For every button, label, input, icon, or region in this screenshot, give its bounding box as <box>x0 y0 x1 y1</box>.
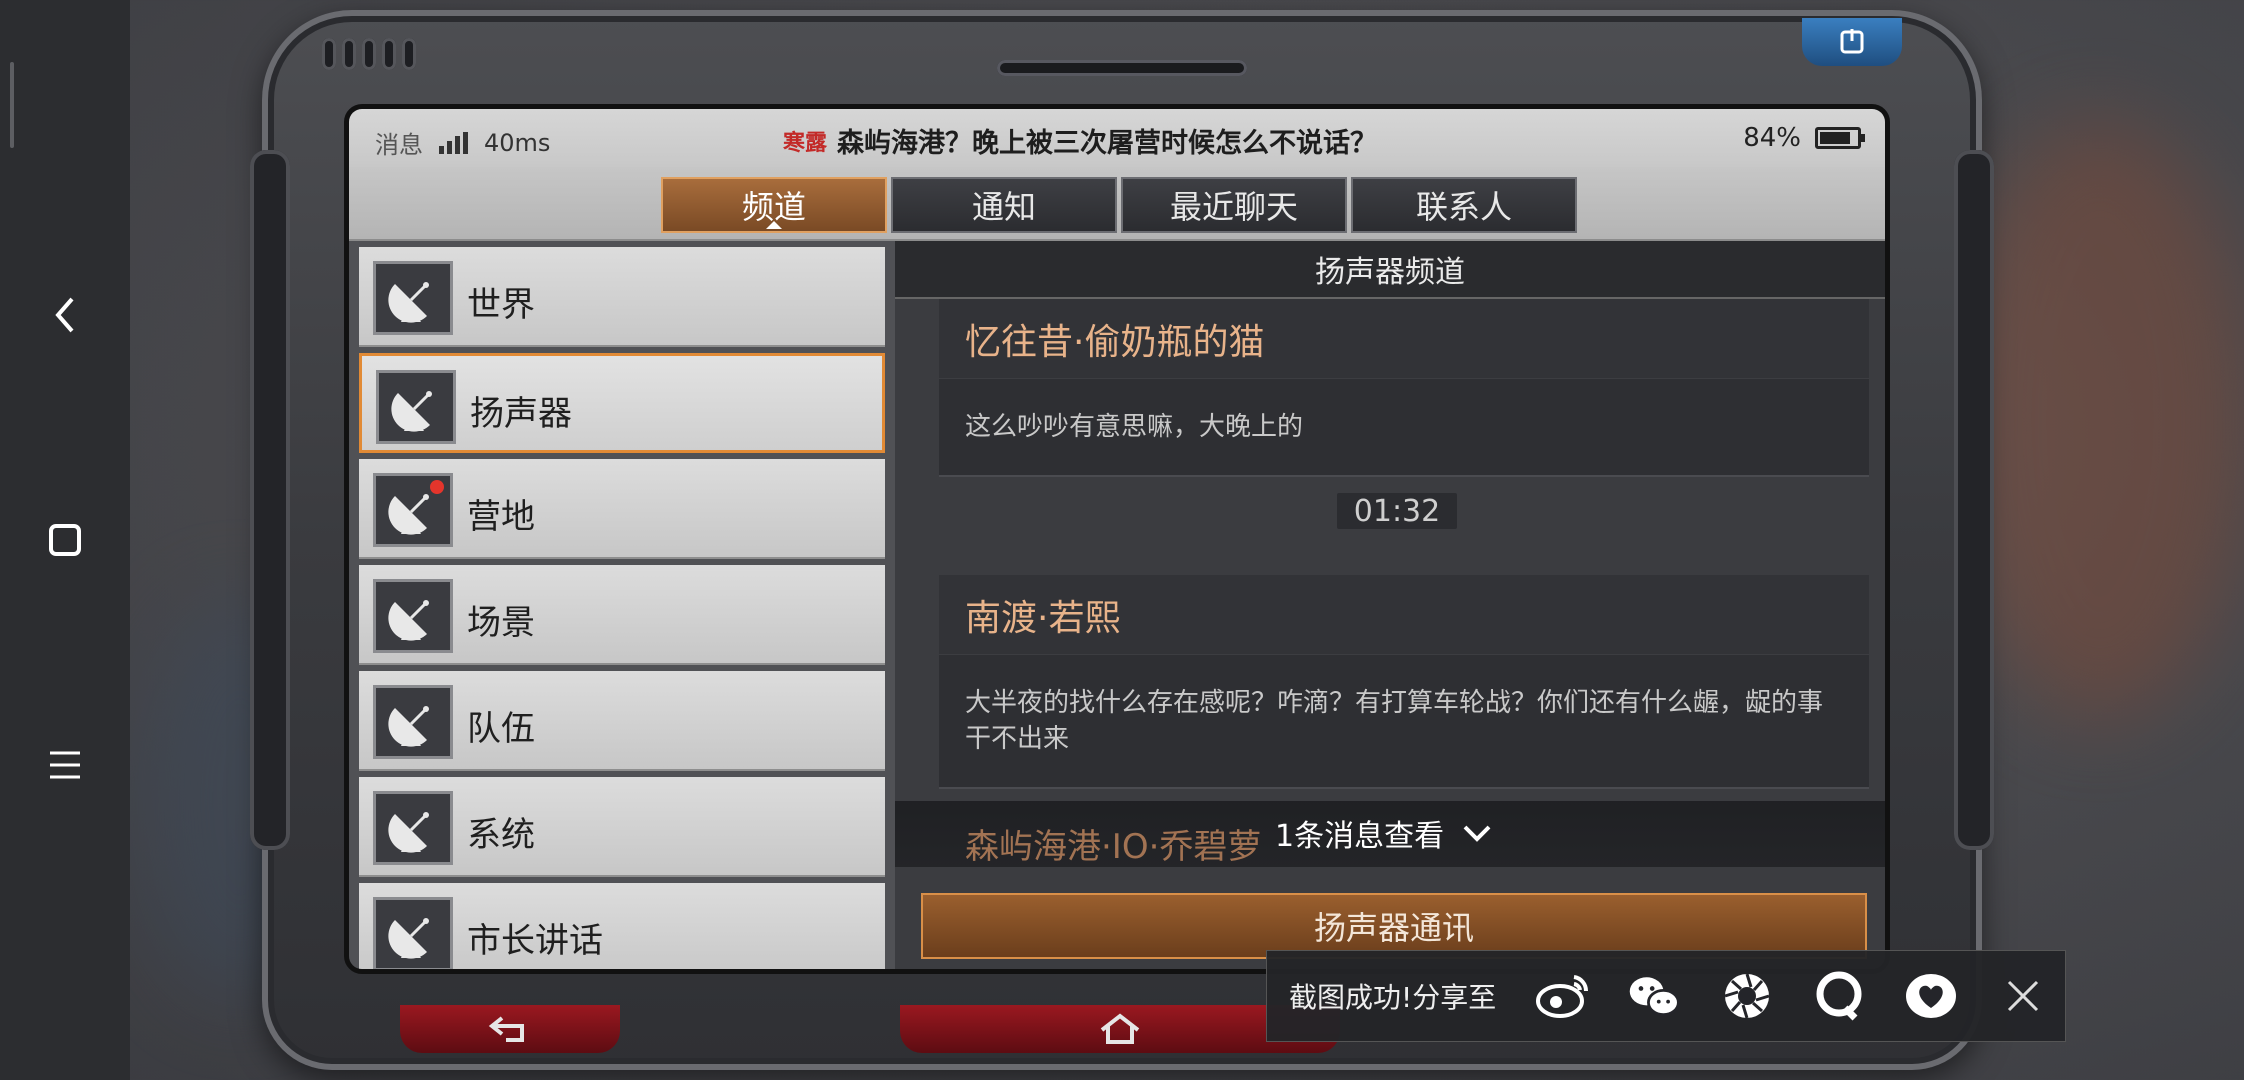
headline-banner[interactable]: 寒露 森屿海港？晚上被三次屠营时候怎么不说话？ <box>779 121 1377 160</box>
new-message-notice[interactable]: 1条消息查看 <box>1275 811 1444 855</box>
battery-percent: 84% <box>1743 123 1801 153</box>
channel-label: 扬声器 <box>470 394 572 434</box>
home-square-icon <box>49 524 81 556</box>
tab-notifications[interactable]: 通知 <box>891 177 1117 233</box>
right-rail <box>1954 150 1994 850</box>
return-button[interactable] <box>400 1005 620 1053</box>
chat-message[interactable]: 忆往昔·偷奶瓶的猫 这么吵吵有意思嘛，大晚上的 <box>939 299 1869 477</box>
channel-scene[interactable]: 场景 <box>359 565 885 665</box>
channel-system[interactable]: 系统 <box>359 777 885 877</box>
menu-icon <box>50 751 80 779</box>
return-icon <box>488 1016 524 1042</box>
channel-mayor-speech[interactable]: 市长讲话 <box>359 883 885 969</box>
sender-name[interactable]: 南渡·若熙 <box>939 575 1869 655</box>
message-text: 这么吵吵有意思嘛，大晚上的 <box>965 412 1304 442</box>
channel-speaker[interactable]: 扬声器 <box>359 353 885 453</box>
chat-panel: 扬声器频道 忆往昔·偷奶瓶的猫 这么吵吵有意思嘛，大晚上的 01:32 南渡·若… <box>895 241 1885 969</box>
messages-label[interactable]: 消息 <box>375 125 423 160</box>
chat-header: 扬声器频道 <box>895 241 1885 299</box>
house-icon <box>1100 1013 1140 1044</box>
speaker-grille <box>997 60 1247 76</box>
tab-channels[interactable]: 频道 <box>661 177 887 233</box>
sender-name[interactable]: 忆往昔·偷奶瓶的猫 <box>939 299 1869 379</box>
satellite-dish-icon <box>373 897 453 969</box>
satellite-dish-icon <box>373 685 453 759</box>
close-icon[interactable] <box>1994 967 2052 1025</box>
back-icon <box>55 297 74 333</box>
background-blur <box>1950 120 2244 720</box>
grip-ridges <box>322 38 416 70</box>
status-bar: 消息 40ms 寒露 森屿海港？晚上被三次屠营时候怎么不说话？ 84% <box>349 109 1885 167</box>
channel-camp[interactable]: 营地 <box>359 459 885 559</box>
satellite-dish-icon <box>373 579 453 653</box>
satellite-dish-icon <box>376 370 456 444</box>
timestamp: 01:32 <box>1337 493 1457 529</box>
channel-label: 场景 <box>467 603 535 643</box>
share-label: 截图成功!分享至 <box>1289 981 1497 1014</box>
channel-label: 队伍 <box>467 709 535 749</box>
home-button[interactable] <box>40 515 90 565</box>
qzone-icon[interactable] <box>1902 967 1960 1025</box>
power-button[interactable] <box>1802 18 1902 66</box>
peek-sender-name: 森屿海港·IO·乔碧萝 <box>965 827 1262 867</box>
chat-message[interactable]: 南渡·若熙 大半夜的找什么存在感呢？咋滴？有打算车轮战？你们还有什么龌，龊的事干… <box>939 575 1869 789</box>
power-icon <box>1840 29 1864 54</box>
qq-icon[interactable] <box>1810 967 1868 1025</box>
moments-icon[interactable] <box>1718 967 1776 1025</box>
headline-text: 森屿海港？晚上被三次屠营时候怎么不说话？ <box>837 128 1378 159</box>
channel-label: 市长讲话 <box>467 921 603 961</box>
new-message-bar[interactable]: 森屿海港·IO·乔碧萝 1条消息查看 <box>895 801 1885 867</box>
system-nav-bar <box>0 0 130 1080</box>
channel-team[interactable]: 队伍 <box>359 671 885 771</box>
channel-label: 系统 <box>467 815 535 855</box>
tab-recent-chats[interactable]: 最近聊天 <box>1121 177 1347 233</box>
edge-handle[interactable] <box>10 62 14 148</box>
share-toast: 截图成功!分享至 <box>1266 950 2066 1042</box>
weibo-icon[interactable] <box>1534 967 1592 1025</box>
channel-list: 世界扬声器营地场景队伍系统市长讲话 <box>349 241 895 969</box>
game-screen: 消息 40ms 寒露 森屿海港？晚上被三次屠营时候怎么不说话？ 84% 频道 通知… <box>344 104 1890 974</box>
message-text: 大半夜的找什么存在感呢？咋滴？有打算车轮战？你们还有什么龌，龊的事干不出来 <box>965 688 1824 754</box>
channel-label: 营地 <box>467 497 535 537</box>
channel-world[interactable]: 世界 <box>359 247 885 347</box>
tab-contacts[interactable]: 联系人 <box>1351 177 1577 233</box>
recents-button[interactable] <box>40 740 90 790</box>
ping-value: 40ms <box>484 128 551 157</box>
signal-icon <box>439 131 468 154</box>
unread-dot <box>430 480 444 494</box>
satellite-dish-icon <box>373 473 453 547</box>
channel-label: 世界 <box>467 285 535 325</box>
tab-bar: 频道 通知 最近聊天 联系人 <box>349 167 1885 241</box>
chevron-down-icon <box>1463 825 1491 842</box>
left-rail <box>250 150 290 850</box>
satellite-dish-icon <box>373 791 453 865</box>
wechat-icon[interactable] <box>1626 967 1684 1025</box>
satellite-dish-icon <box>373 261 453 335</box>
battery-icon <box>1815 127 1865 149</box>
back-button[interactable] <box>40 290 90 340</box>
title-badge: 寒露 <box>783 130 828 156</box>
